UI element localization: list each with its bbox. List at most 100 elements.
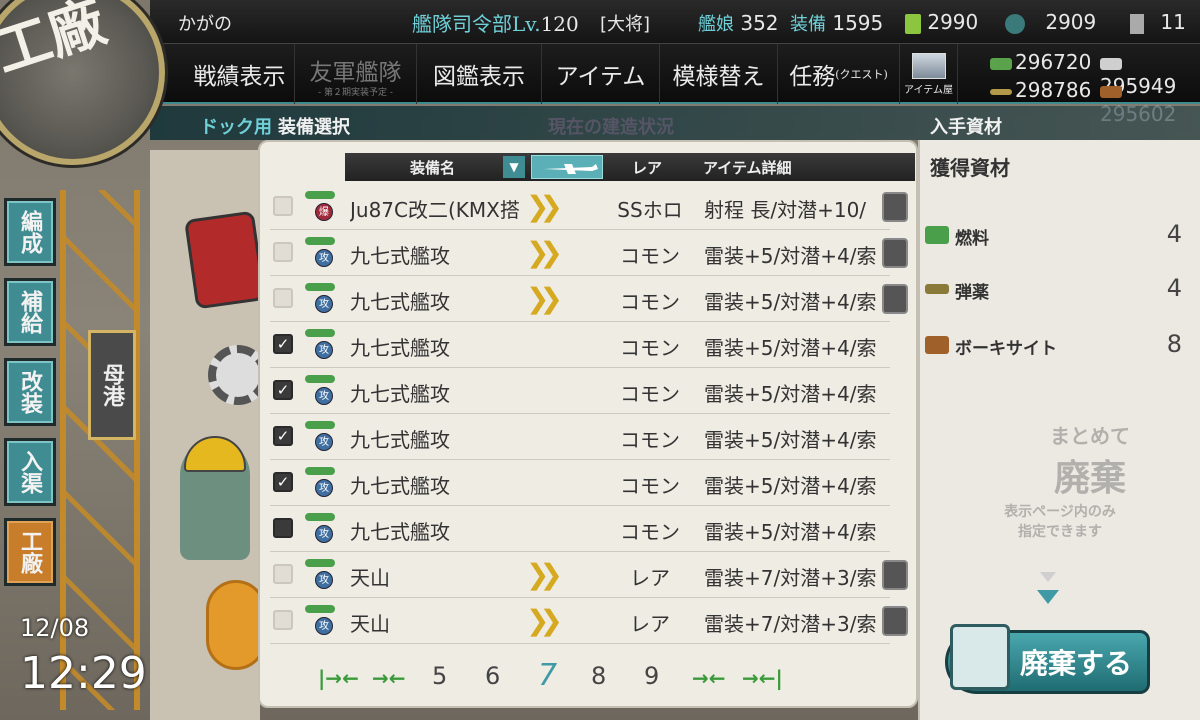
orange-equip-button[interactable] [206, 580, 266, 670]
nav-furniture-button[interactable]: 模様替え [660, 44, 778, 104]
torpedo-bomber-icon: 攻 [305, 325, 339, 359]
table-row[interactable]: 爆 Ju87C改二(KMX搭 ❯❯ SSホロ 射程 長/対潜+10/ [270, 184, 908, 230]
row-checkbox[interactable] [273, 564, 293, 584]
sort-dropdown-icon[interactable]: ▼ [503, 156, 525, 178]
table-row[interactable]: 攻天山 ❯❯ レア 雷装+7/対潜+3/索 [270, 598, 908, 644]
page-7-current[interactable]: 7 [538, 658, 557, 693]
nav-quests-label: 任務 [789, 64, 836, 90]
lock-icon[interactable] [882, 238, 908, 268]
gain-ammo-label: 弾薬 [955, 283, 989, 303]
lock-icon[interactable] [882, 560, 908, 590]
type-badge: 攻 [315, 295, 333, 313]
nav-quests-sub: (クエスト) [835, 68, 888, 81]
nav-shop-label: アイテム屋 [904, 84, 953, 96]
equip-name: 九七式艦攻 [350, 290, 450, 314]
nav-library-button[interactable]: 図鑑表示 [417, 44, 542, 104]
bauxite-icon [1100, 85, 1122, 98]
gain-bauxite-value: 8 [1166, 330, 1182, 358]
first-page-icon[interactable]: |→← [318, 666, 359, 690]
bulk-discard-button[interactable]: まとめて 廃棄 表示ページ内のみ 指定できます [980, 420, 1140, 570]
row-checkbox[interactable]: ✓ [273, 334, 293, 354]
type-badge: 攻 [315, 341, 333, 359]
equip-count: 装備 1595 [790, 10, 883, 36]
nav-friend-label: 友軍艦隊 [309, 60, 402, 86]
row-checkbox[interactable] [273, 518, 293, 538]
table-row[interactable]: 攻九七式艦攻 ❯❯ コモン 雷装+5/対潜+4/索 [270, 276, 908, 322]
menu-dock-button[interactable]: 入渠 [4, 438, 56, 506]
equip-name: 天山 [350, 612, 390, 636]
torpedo-bomber-icon: 攻 [305, 233, 339, 267]
next-page-icon[interactable]: →← [692, 666, 726, 690]
equip-name: 九七式艦攻 [350, 428, 450, 452]
row-checkbox[interactable] [273, 242, 293, 262]
ships-label: 艦娘 [698, 14, 734, 35]
aircraft-filter-button[interactable] [531, 155, 603, 179]
equip-rarity: コモン [620, 520, 680, 544]
equip-rarity: コモン [620, 336, 680, 360]
breadcrumb-build-status: 現在の建造状況 [548, 117, 674, 138]
shop-icon [911, 52, 946, 79]
page-9[interactable]: 9 [644, 662, 659, 690]
screw-count: 11 [1130, 10, 1186, 34]
row-checkbox[interactable]: ✓ [273, 472, 293, 492]
menu-arsenal-button[interactable]: 工廠 [4, 518, 56, 586]
nav-record-button[interactable]: 戦績表示 [185, 44, 295, 104]
table-row[interactable]: ✓ 攻九七式艦攻 コモン 雷装+5/対潜+4/索 [270, 322, 890, 368]
equip-detail: 雷装+5/対潜+4/索 [704, 244, 877, 268]
clock-time: 12:29 [20, 648, 147, 699]
type-badge: 爆 [315, 203, 333, 221]
equip-detail: 雷装+5/対潜+4/索 [704, 428, 877, 452]
torpedo-bomber-icon: 攻 [305, 279, 339, 313]
ammo-icon [925, 284, 949, 294]
equip-rarity: レア [630, 566, 670, 590]
row-checkbox[interactable] [273, 288, 293, 308]
type-badge: 攻 [315, 525, 333, 543]
bauxite-icon [925, 336, 949, 354]
table-row[interactable]: 攻九七式艦攻 コモン 雷装+5/対潜+4/索 [270, 506, 890, 552]
table-row[interactable]: ✓ 攻九七式艦攻 コモン 雷装+5/対潜+4/索 [270, 414, 890, 460]
row-checkbox[interactable] [273, 196, 293, 216]
improvement-chevron-icon: ❯❯ [526, 282, 563, 315]
discard-label: 廃棄する [1020, 647, 1133, 680]
equip-detail: 射程 長/対潜+10/ [704, 198, 867, 222]
col-rarity-header: レア [632, 159, 663, 177]
bulk-line1: まとめて [1050, 424, 1130, 448]
fuel-icon [990, 57, 1012, 70]
equip-count-value: 1595 [832, 11, 884, 35]
nav-items-button[interactable]: アイテム [542, 44, 660, 104]
equip-name: 九七式艦攻 [350, 336, 450, 360]
nav-quests-button[interactable]: 任務 (クエスト) [778, 44, 900, 104]
page-5[interactable]: 5 [432, 662, 447, 690]
player-name: かがの [178, 14, 232, 35]
equip-rarity: コモン [620, 474, 680, 498]
table-row[interactable]: ✓ 攻九七式艦攻 コモン 雷装+5/対潜+4/索 [270, 368, 890, 414]
last-page-icon[interactable]: →←| [742, 666, 783, 690]
equip-name: 九七式艦攻 [350, 520, 450, 544]
equip-name: Ju87C改二(KMX搭 [350, 198, 520, 222]
menu-port-button[interactable]: 母港 [88, 330, 136, 440]
row-checkbox[interactable]: ✓ [273, 380, 293, 400]
menu-organize-button[interactable]: 編成 [4, 198, 56, 266]
torpedo-bomber-icon: 攻 [305, 417, 339, 451]
nav-shop-button[interactable]: アイテム屋 [900, 44, 958, 104]
equip-name: 九七式艦攻 [350, 474, 450, 498]
table-row[interactable]: 攻天山 ❯❯ レア 雷装+7/対潜+3/索 [270, 552, 908, 598]
red-furnace-decoration [184, 210, 266, 310]
plane-icon [544, 164, 598, 174]
lock-icon[interactable] [882, 192, 908, 222]
table-row[interactable]: ✓ 攻九七式艦攻 コモン 雷装+5/対潜+4/索 [270, 460, 890, 506]
menu-remodel-button[interactable]: 改装 [4, 358, 56, 426]
col-detail-header: アイテム詳細 [703, 159, 792, 177]
table-row[interactable]: 攻九七式艦攻 ❯❯ コモン 雷装+5/対潜+4/索 [270, 230, 908, 276]
breadcrumb-gain: 入手資材 [930, 117, 1002, 138]
page-6[interactable]: 6 [485, 662, 500, 690]
equip-label: 装備 [790, 14, 826, 35]
row-checkbox[interactable] [273, 610, 293, 630]
lock-icon[interactable] [882, 606, 908, 636]
page-8[interactable]: 8 [591, 662, 606, 690]
menu-supply-button[interactable]: 補給 [4, 278, 56, 346]
gain-fuel-row: 燃料 4 [925, 218, 1190, 254]
prev-page-icon[interactable]: →← [372, 666, 406, 690]
lock-icon[interactable] [882, 284, 908, 314]
row-checkbox[interactable]: ✓ [273, 426, 293, 446]
